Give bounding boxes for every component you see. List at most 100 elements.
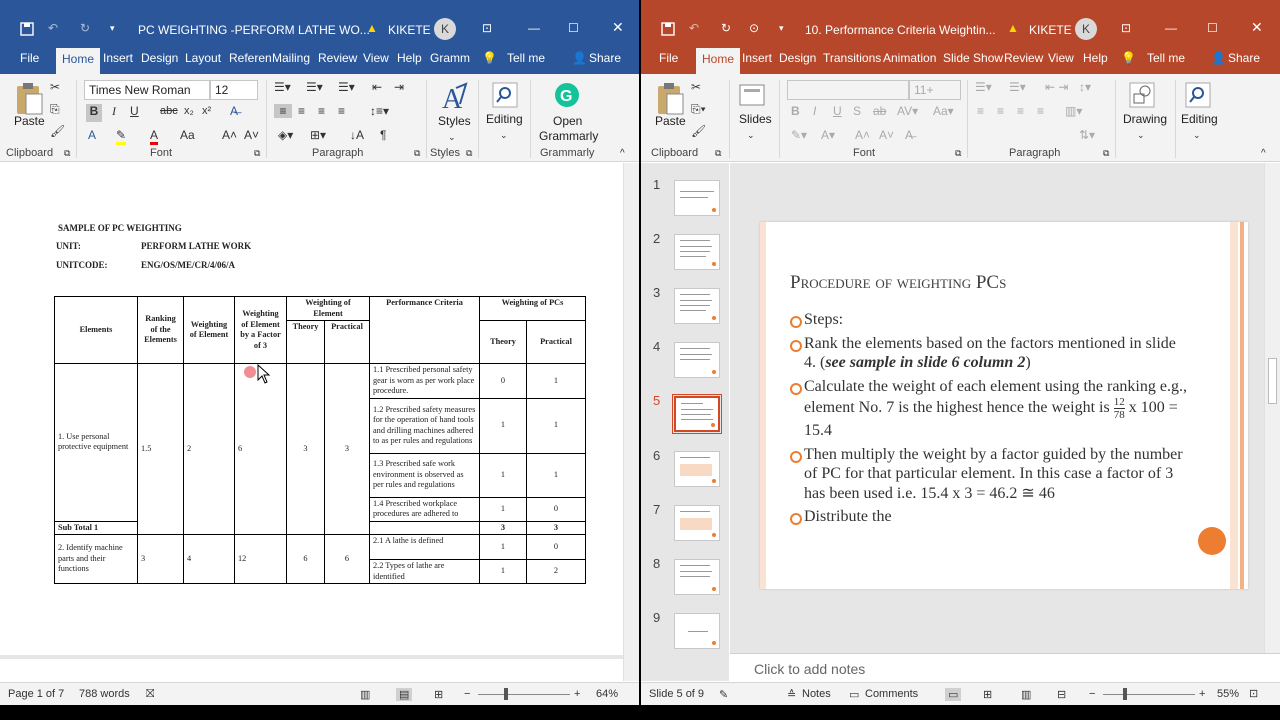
- user-name[interactable]: KIKETE: [1029, 22, 1072, 38]
- zoom-level[interactable]: 55%: [1217, 688, 1239, 700]
- slide-thumbnail-3[interactable]: [674, 288, 720, 324]
- ppt-vertical-scrollbar[interactable]: [1264, 163, 1280, 653]
- strikethrough-icon[interactable]: abc: [160, 105, 178, 117]
- editing-button[interactable]: Editing: [486, 112, 523, 126]
- tab-help[interactable]: Help: [1083, 51, 1108, 65]
- read-mode-icon[interactable]: ▥: [360, 688, 370, 701]
- slides-button[interactable]: Slides: [739, 112, 772, 126]
- slide-thumbnail-6[interactable]: [674, 451, 720, 487]
- save-icon[interactable]: [20, 22, 34, 36]
- scroll-thumb[interactable]: [1268, 358, 1277, 404]
- zoom-slider[interactable]: [1103, 694, 1195, 695]
- subscript-icon[interactable]: x₂: [184, 105, 194, 117]
- notes-pane[interactable]: Click to add notes: [730, 653, 1280, 681]
- comments-icon[interactable]: ▭: [849, 688, 859, 701]
- sort-icon[interactable]: ↓A: [350, 128, 364, 142]
- customize-qat-icon[interactable]: ▾: [779, 20, 784, 36]
- proofing-icon[interactable]: ⛝: [146, 688, 154, 701]
- close-icon[interactable]: ✕: [1251, 19, 1263, 35]
- font-size-combo[interactable]: 12: [210, 80, 258, 100]
- tab-insert[interactable]: Insert: [103, 51, 133, 65]
- shrink-font-icon[interactable]: A˅: [244, 128, 259, 142]
- font-color-icon[interactable]: A: [150, 128, 159, 145]
- font-dialog-launcher-icon[interactable]: ⧉: [955, 148, 961, 159]
- grow-font-icon[interactable]: A˄: [222, 128, 237, 142]
- open-grammarly-line1[interactable]: Open: [553, 114, 582, 128]
- user-name[interactable]: KIKETE: [388, 22, 431, 38]
- drawing-icon[interactable]: [1129, 82, 1155, 108]
- show-formatting-icon[interactable]: ¶: [380, 128, 386, 142]
- change-case-icon[interactable]: Aa: [180, 128, 195, 142]
- save-icon[interactable]: [661, 22, 675, 36]
- share-button[interactable]: Share: [1228, 51, 1260, 65]
- notes-placeholder[interactable]: Click to add notes: [754, 661, 865, 677]
- page-count[interactable]: Page 1 of 7: [8, 688, 64, 700]
- editing-search-icon[interactable]: [1185, 82, 1211, 108]
- customize-qat-icon[interactable]: ▾: [110, 20, 115, 36]
- zoom-out-icon[interactable]: −: [464, 688, 470, 700]
- fit-slide-icon[interactable]: ⊡: [1249, 687, 1258, 700]
- tab-references[interactable]: Referen: [229, 51, 272, 65]
- editing-search-icon[interactable]: [492, 82, 518, 108]
- minimize-icon[interactable]: —: [528, 20, 540, 36]
- tab-transitions[interactable]: Transitions: [823, 51, 881, 65]
- share-icon[interactable]: 👤: [1211, 51, 1226, 65]
- multilevel-list-icon[interactable]: ☰▾: [338, 80, 355, 94]
- tab-file[interactable]: File: [659, 51, 678, 65]
- tab-design[interactable]: Design: [779, 51, 816, 65]
- close-icon[interactable]: ✕: [612, 19, 624, 35]
- tell-me[interactable]: Tell me: [1147, 51, 1185, 65]
- text-effects-icon[interactable]: A: [88, 128, 96, 142]
- slide-sorter-icon[interactable]: ⊞: [983, 688, 992, 701]
- tab-home[interactable]: Home: [56, 48, 101, 74]
- redo-icon[interactable]: ↻: [80, 20, 90, 36]
- dialog-launcher-icon[interactable]: ⧉: [64, 148, 70, 159]
- format-painter-icon[interactable]: 🖌: [50, 124, 65, 138]
- open-grammarly-line2[interactable]: Grammarly: [539, 129, 598, 143]
- avatar[interactable]: K: [1075, 18, 1097, 40]
- tab-home[interactable]: Home: [696, 48, 741, 74]
- undo-icon[interactable]: ↶: [48, 20, 58, 36]
- paragraph-dialog-launcher-icon[interactable]: ⧉: [1103, 148, 1109, 159]
- shading-icon[interactable]: ◈▾: [278, 128, 293, 142]
- borders-icon[interactable]: ⊞▾: [310, 128, 326, 142]
- notes-icon[interactable]: ≙: [787, 688, 796, 701]
- zoom-slider-thumb[interactable]: [504, 688, 508, 700]
- tab-grammarly[interactable]: Gramm: [430, 51, 470, 65]
- undo-icon[interactable]: ↶: [689, 20, 699, 36]
- slide-show-icon[interactable]: ⊟: [1057, 688, 1066, 701]
- font-name-combo[interactable]: Times New Roman: [84, 80, 210, 100]
- spelling-icon[interactable]: ✎: [719, 688, 728, 701]
- grammarly-icon[interactable]: G: [554, 82, 580, 108]
- styles-dialog-launcher-icon[interactable]: ⧉: [466, 148, 472, 159]
- tab-mailings[interactable]: Mailing: [272, 51, 310, 65]
- increase-indent-icon[interactable]: ⇥: [394, 80, 404, 94]
- bullets-icon[interactable]: ☰▾: [274, 80, 291, 94]
- zoom-in-icon[interactable]: +: [1199, 688, 1205, 700]
- slide-thumbnail-7[interactable]: [674, 505, 720, 541]
- justify-icon[interactable]: ≡: [338, 104, 345, 118]
- clear-formatting-icon[interactable]: A̶: [230, 104, 238, 118]
- styles-button[interactable]: Styles: [438, 114, 471, 128]
- paste-button[interactable]: Paste: [655, 114, 686, 128]
- maximize-icon[interactable]: ☐: [1207, 20, 1218, 36]
- slide-thumbnail-5[interactable]: [672, 394, 722, 434]
- tab-file[interactable]: File: [20, 51, 39, 65]
- zoom-slider[interactable]: [478, 694, 570, 695]
- slide-thumbnail-2[interactable]: [674, 234, 720, 270]
- zoom-out-icon[interactable]: −: [1089, 688, 1095, 700]
- repeat-icon[interactable]: ↻: [721, 20, 731, 36]
- superscript-icon[interactable]: x²: [202, 105, 211, 117]
- print-layout-icon[interactable]: ▤: [396, 688, 413, 701]
- comments-button[interactable]: Comments: [865, 688, 918, 700]
- paragraph-dialog-launcher-icon[interactable]: ⧉: [414, 148, 420, 159]
- tab-view[interactable]: View: [1048, 51, 1074, 65]
- zoom-in-icon[interactable]: +: [574, 688, 580, 700]
- editing-button[interactable]: Editing: [1181, 112, 1218, 126]
- current-slide[interactable]: Procedure of weighting PCs Steps: Rank t…: [760, 222, 1248, 589]
- tab-animations[interactable]: Animation: [883, 51, 936, 65]
- word-count[interactable]: 788 words: [79, 688, 130, 700]
- new-slide-icon[interactable]: [739, 82, 765, 108]
- slide-thumbnail-8[interactable]: [674, 559, 720, 595]
- highlight-icon[interactable]: ✎: [116, 128, 127, 145]
